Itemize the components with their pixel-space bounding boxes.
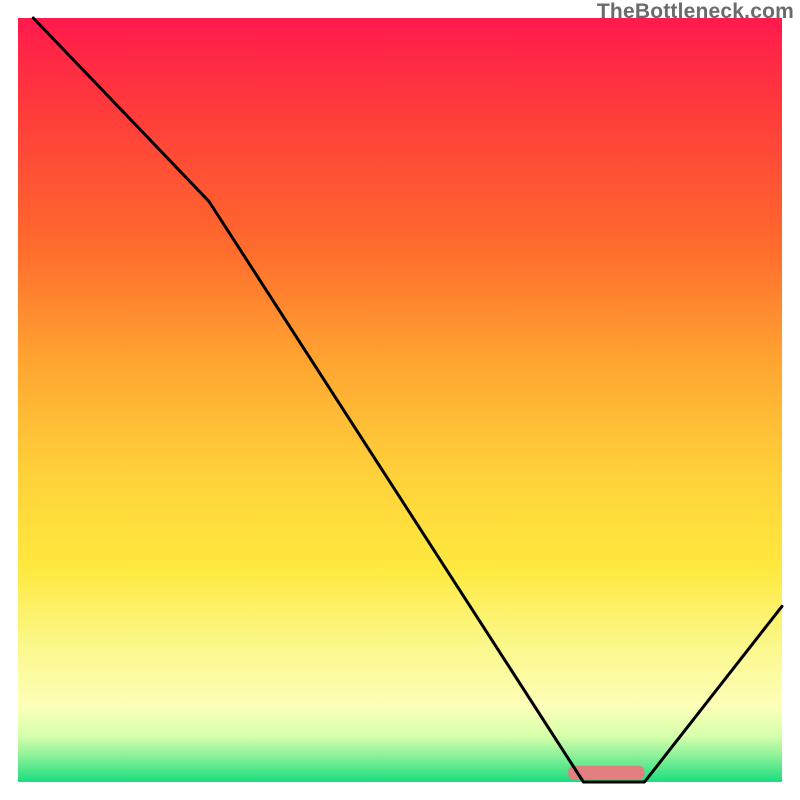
- chart-frame: TheBottleneck.com: [0, 0, 800, 800]
- bottleneck-curve: [33, 18, 782, 782]
- chart-overlay: [0, 0, 800, 800]
